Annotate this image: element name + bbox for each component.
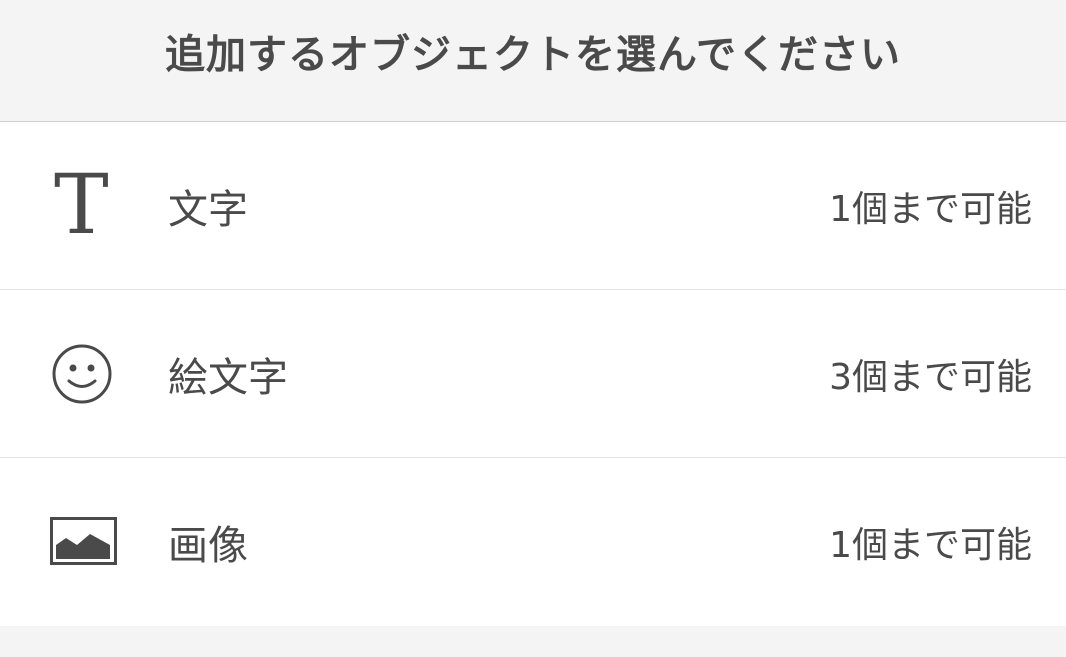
picker-header: 追加するオブジェクトを選んでください [0, 0, 1066, 122]
image-icon [50, 517, 117, 565]
object-option-text[interactable]: T 文字 1個まで可能 [0, 122, 1066, 290]
object-option-emoji[interactable]: 絵文字 3個まで可能 [0, 290, 1066, 458]
icon-container [0, 290, 168, 457]
icon-container [0, 458, 168, 626]
object-option-image[interactable]: 画像 1個まで可能 [0, 458, 1066, 626]
icon-container: T [0, 122, 168, 289]
object-picker-sheet: 追加するオブジェクトを選んでください T 文字 1個まで可能 絵文字 3個まで可… [0, 0, 1066, 657]
picker-title: 追加するオブジェクトを選んでください [165, 31, 901, 78]
text-icon: T [54, 157, 109, 253]
option-label: 文字 [168, 186, 248, 233]
option-label: 絵文字 [168, 354, 288, 401]
option-label: 画像 [168, 523, 248, 569]
object-list: T 文字 1個まで可能 絵文字 3個まで可能 画像 1個まで可能 [0, 122, 1066, 626]
option-limit: 3個まで可能 [829, 356, 1032, 398]
option-limit: 1個まで可能 [829, 525, 1032, 566]
option-limit: 1個まで可能 [829, 188, 1032, 230]
smiley-icon [52, 344, 112, 403]
